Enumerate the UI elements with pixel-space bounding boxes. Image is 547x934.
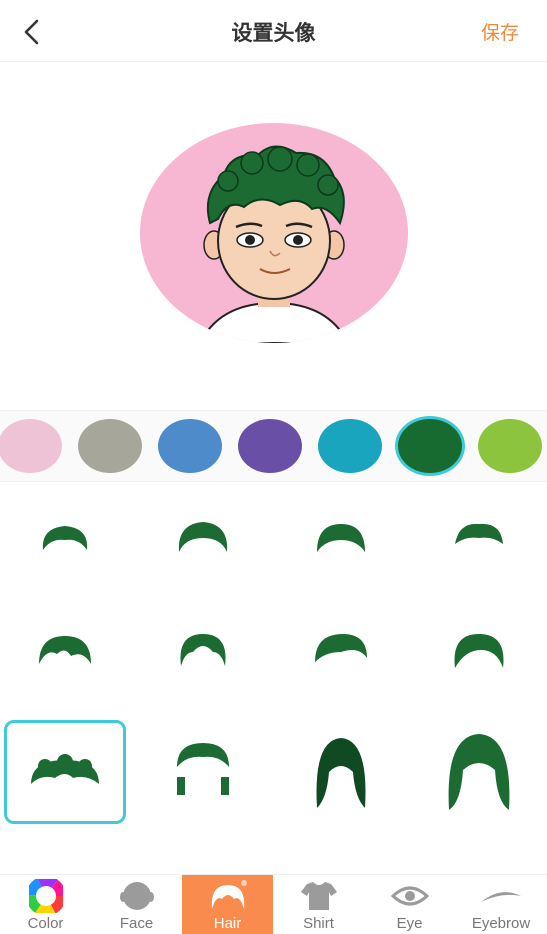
nav-label: Eyebrow	[471, 915, 531, 932]
hair-style-option[interactable]	[4, 596, 126, 700]
hair-style-option[interactable]	[142, 484, 264, 588]
hair-swept-icon	[315, 634, 367, 662]
hair-short-icon	[455, 523, 503, 544]
nav-item-color[interactable]: Color	[0, 875, 91, 934]
avatar-illustration	[140, 123, 408, 399]
nav-item-shirt[interactable]: Shirt	[273, 875, 364, 934]
hair-style-option-selected[interactable]	[4, 720, 126, 824]
header-bar: 设置头像 保存	[0, 0, 547, 62]
color-wheel-icon	[28, 879, 63, 913]
hair-style-option[interactable]	[142, 720, 264, 824]
page-title: 设置头像	[231, 22, 316, 45]
color-swatch[interactable]	[318, 419, 382, 473]
nav-label: Face	[119, 915, 154, 932]
hair-style-option[interactable]	[418, 484, 540, 588]
hair-style-option[interactable]	[4, 484, 126, 588]
nav-label: Color	[27, 915, 64, 932]
color-swatch-selected[interactable]	[398, 419, 462, 473]
face-icon	[119, 882, 154, 910]
hair-style-option[interactable]	[280, 596, 402, 700]
hair-short-icon	[317, 524, 365, 552]
avatar-preview	[140, 123, 408, 399]
nav-item-face[interactable]: Face	[91, 875, 182, 934]
eye-icon	[390, 886, 429, 906]
hair-long-icon	[316, 738, 366, 808]
avatar-preview-area	[0, 63, 547, 409]
hair-style-option[interactable]	[142, 844, 264, 874]
nav-item-eyebrow[interactable]: Eyebrow	[455, 875, 547, 934]
hair-style-grid	[0, 484, 547, 874]
hair-style-option[interactable]	[280, 484, 402, 588]
hair-icon	[211, 880, 247, 909]
hair-curly-icon	[177, 743, 229, 795]
hair-style-option[interactable]	[4, 844, 126, 874]
nav-label: Shirt	[303, 915, 334, 932]
nav-item-hair[interactable]: Hair	[182, 875, 273, 934]
nav-item-eye[interactable]: Eye	[364, 875, 455, 934]
save-button[interactable]: 保存	[481, 18, 519, 45]
hair-short-icon	[178, 522, 228, 552]
hair-messy-icon	[180, 634, 226, 666]
hair-style-option[interactable]	[418, 720, 540, 824]
shirt-icon	[300, 882, 337, 910]
color-swatch[interactable]	[0, 419, 62, 473]
hair-long-icon	[448, 734, 510, 810]
hair-style-option[interactable]	[280, 720, 402, 824]
hair-curly-icon	[31, 754, 99, 784]
hair-color-swatch-row	[0, 410, 547, 482]
color-swatch[interactable]	[478, 419, 542, 473]
bottom-category-nav: Color Face Hair Shirt Eye Eyebrow	[0, 874, 547, 934]
color-swatch[interactable]	[238, 419, 302, 473]
hair-swept-icon	[454, 634, 504, 668]
eyebrow-icon	[481, 892, 521, 902]
hair-messy-icon	[39, 636, 91, 664]
hair-short-icon	[42, 526, 88, 550]
hair-style-option[interactable]	[280, 844, 402, 874]
hair-style-option[interactable]	[142, 596, 264, 700]
color-swatch[interactable]	[158, 419, 222, 473]
nav-label: Eye	[396, 915, 423, 932]
color-swatch[interactable]	[78, 419, 142, 473]
hair-style-option[interactable]	[418, 596, 540, 700]
nav-label: Hair	[213, 915, 242, 932]
